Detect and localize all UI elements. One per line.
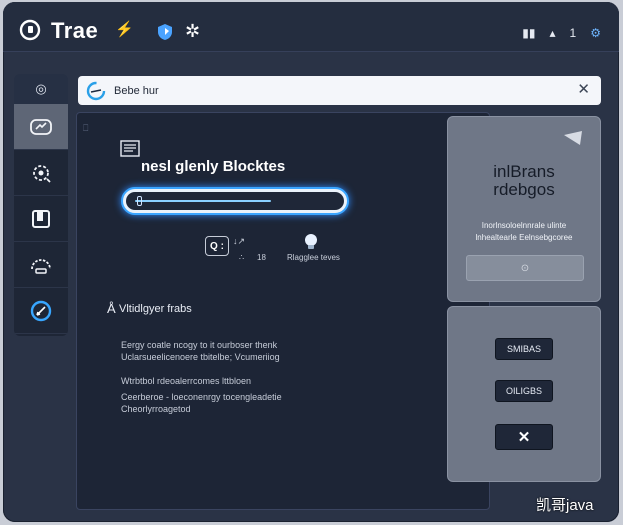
info-card: inlBrans rdebgos Inorlnsoloelnnrale ulin…: [447, 116, 601, 302]
main-panel: ⎕ nesl glenly Blocktes Q : ↓↗ ∴ 18 Rlagg…: [76, 112, 490, 510]
progress-fill: [135, 200, 271, 202]
sidebar-item-settings[interactable]: [14, 150, 68, 196]
action-card: SMIBAS OILIGBS ✕: [447, 306, 601, 482]
gauge-icon: [31, 258, 51, 274]
flag-icon[interactable]: [562, 129, 584, 147]
rail-header[interactable]: ◎: [14, 74, 68, 104]
close-button[interactable]: ✕: [495, 424, 553, 450]
card-title-line: inlBrans: [493, 162, 555, 181]
panel-tab-icon[interactable]: ⎕: [83, 123, 88, 134]
dashboard-icon: [30, 118, 52, 135]
query-button[interactable]: Q :: [205, 236, 229, 256]
notification-count: 1: [569, 26, 577, 40]
radio-icon: ⊙: [520, 262, 530, 274]
paragraph-line: Cheorlyrroagetod: [121, 404, 191, 414]
search-input[interactable]: Bebe hur: [114, 85, 159, 97]
ctrl-sub-b: 18: [257, 253, 266, 262]
paragraph-line: Wtrbtbol rdeoalerrcomes lttbloen: [121, 376, 252, 386]
sidebar: [14, 104, 68, 336]
edit-icon: [30, 300, 52, 321]
bulb-label: Rlagglee teves: [287, 253, 340, 262]
action-button-secondary[interactable]: OILIGBS: [495, 380, 553, 402]
paragraph-line: Uclarsueelicenoere tbitelbe; Vcumeriiog: [121, 352, 280, 362]
document-icon: [120, 140, 140, 157]
section-caret-icon: Å: [107, 301, 116, 316]
target-icon: ◎: [35, 81, 47, 96]
sidebar-item-edit[interactable]: [14, 288, 68, 334]
sidebar-item-layout[interactable]: [14, 196, 68, 242]
card-title: inlBrans rdebgos: [448, 163, 600, 199]
section-title: Vltidlgyer frabs: [119, 303, 192, 315]
app-title: Trae: [51, 18, 99, 43]
brand-bolt-icon: ⚡: [115, 21, 134, 38]
gear-icon[interactable]: ⚙: [590, 26, 601, 40]
progress-bar: [121, 187, 349, 215]
window-controls: ▮▮ ▴ 1 ⚙: [522, 26, 601, 40]
lightbulb-icon[interactable]: [303, 233, 319, 251]
action-button-primary[interactable]: SMIBAS: [495, 338, 553, 360]
search-icon: [86, 81, 106, 100]
title-bar: Trae ⚡ ✲ ▮▮ ▴ 1 ⚙: [3, 2, 619, 52]
app-logo-icon: [19, 19, 41, 41]
bell-icon[interactable]: ▴: [550, 26, 556, 40]
sidebar-item-gauge[interactable]: [14, 242, 68, 288]
progress-handle[interactable]: [137, 196, 142, 206]
search-bar[interactable]: Bebe hur ✕: [78, 76, 601, 105]
expand-icon[interactable]: ↓↗: [233, 236, 245, 246]
card-subtitle: Inorlnsoloelnnrale ulinte: [481, 221, 567, 230]
page-title: nesl glenly Blocktes: [141, 158, 286, 175]
card-subtitle: lnhealtearle Eelnsebgcoree: [475, 233, 573, 242]
card-input-field[interactable]: ⊙: [466, 255, 584, 281]
ctrl-sub-a: ∴: [239, 253, 245, 262]
panels-icon[interactable]: ▮▮: [522, 26, 535, 40]
layout-icon: [32, 209, 50, 228]
cog-icon: [33, 164, 51, 183]
card-title-line: rdebgos: [493, 180, 555, 199]
puzzle-icon[interactable]: ✲: [185, 21, 200, 41]
sidebar-item-dashboard[interactable]: [14, 104, 68, 150]
shield-icon[interactable]: [155, 22, 175, 42]
close-icon[interactable]: ✕: [577, 82, 590, 98]
watermark: 凯哥java: [536, 497, 594, 514]
